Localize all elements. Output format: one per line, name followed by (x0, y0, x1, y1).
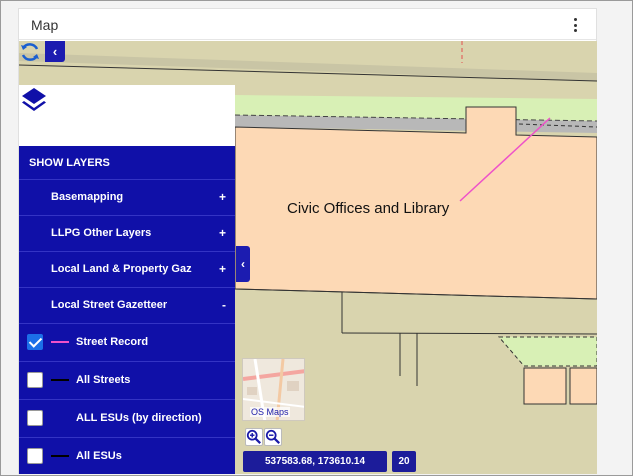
zoom-out-icon (265, 429, 281, 445)
show-layers-header: SHOW LAYERS (19, 146, 235, 180)
coordinates-readout: 537583.68, 173610.14 (243, 451, 387, 472)
layer-group-label: Basemapping (51, 191, 124, 203)
layers-icon-box (19, 85, 235, 146)
map-feature-label: Civic Offices and Library (287, 200, 450, 217)
all-esus-swatch (51, 455, 69, 457)
collapse-icon[interactable]: - (222, 298, 226, 312)
panel-header: Map (19, 9, 596, 40)
layer-item-label: ALL ESUs (by direction) (76, 412, 202, 424)
layer-group-llpg-other[interactable]: LLPG Other Layers + (19, 216, 235, 252)
zoom-in-icon (246, 429, 262, 445)
zoom-level-badge: 20 (392, 451, 416, 472)
layer-group-label: Local Land & Property Gaz (51, 263, 192, 275)
panel-title: Map (31, 17, 59, 33)
layers-icon[interactable] (19, 85, 49, 115)
layer-item-all-esus[interactable]: All ESUs (19, 438, 235, 474)
collapse-panel-button[interactable]: ‹ (236, 246, 250, 282)
zoom-out-button[interactable] (264, 428, 282, 446)
all-esus-direction-checkbox[interactable] (27, 410, 43, 426)
street-record-checkbox[interactable] (27, 334, 43, 350)
expand-icon[interactable]: + (219, 262, 226, 276)
all-streets-swatch (51, 379, 69, 381)
basemap-thumbnail-label: OS Maps (250, 407, 290, 417)
expand-icon[interactable]: + (219, 190, 226, 204)
layer-item-label: All Streets (76, 374, 131, 386)
layer-group-basemapping[interactable]: Basemapping + (19, 180, 235, 216)
layer-list: SHOW LAYERS Basemapping + LLPG Other Lay… (19, 146, 235, 474)
collapse-top-button[interactable]: ‹ (45, 41, 65, 62)
zoom-in-button[interactable] (245, 428, 263, 446)
layer-item-street-record[interactable]: Street Record (19, 324, 235, 362)
layer-group-label: LLPG Other Layers (51, 227, 152, 239)
street-record-swatch (51, 341, 69, 343)
map-canvas[interactable]: Civic Offices and Library SHOW LAYERS Ba… (19, 41, 597, 474)
basemap-thumbnail[interactable]: OS Maps (242, 358, 305, 421)
all-streets-checkbox[interactable] (27, 372, 43, 388)
layer-item-label: Street Record (76, 336, 149, 348)
expand-icon[interactable]: + (219, 226, 226, 240)
layer-item-label: All ESUs (76, 450, 122, 462)
refresh-icon[interactable] (19, 41, 41, 63)
layer-item-all-streets[interactable]: All Streets (19, 362, 235, 400)
kebab-menu-icon[interactable] (572, 18, 578, 32)
layers-panel: SHOW LAYERS Basemapping + LLPG Other Lay… (19, 85, 235, 474)
layer-group-local-land-property[interactable]: Local Land & Property Gaz + (19, 252, 235, 288)
show-layers-label: SHOW LAYERS (29, 157, 110, 169)
all-esus-checkbox[interactable] (27, 448, 43, 464)
layer-group-local-street-gazetteer[interactable]: Local Street Gazetteer - (19, 288, 235, 324)
map-panel: Map Civic Offices and Library SHOW LAYER… (18, 8, 597, 474)
layer-group-label: Local Street Gazetteer (51, 299, 168, 311)
layer-item-all-esus-direction[interactable]: ALL ESUs (by direction) (19, 400, 235, 438)
